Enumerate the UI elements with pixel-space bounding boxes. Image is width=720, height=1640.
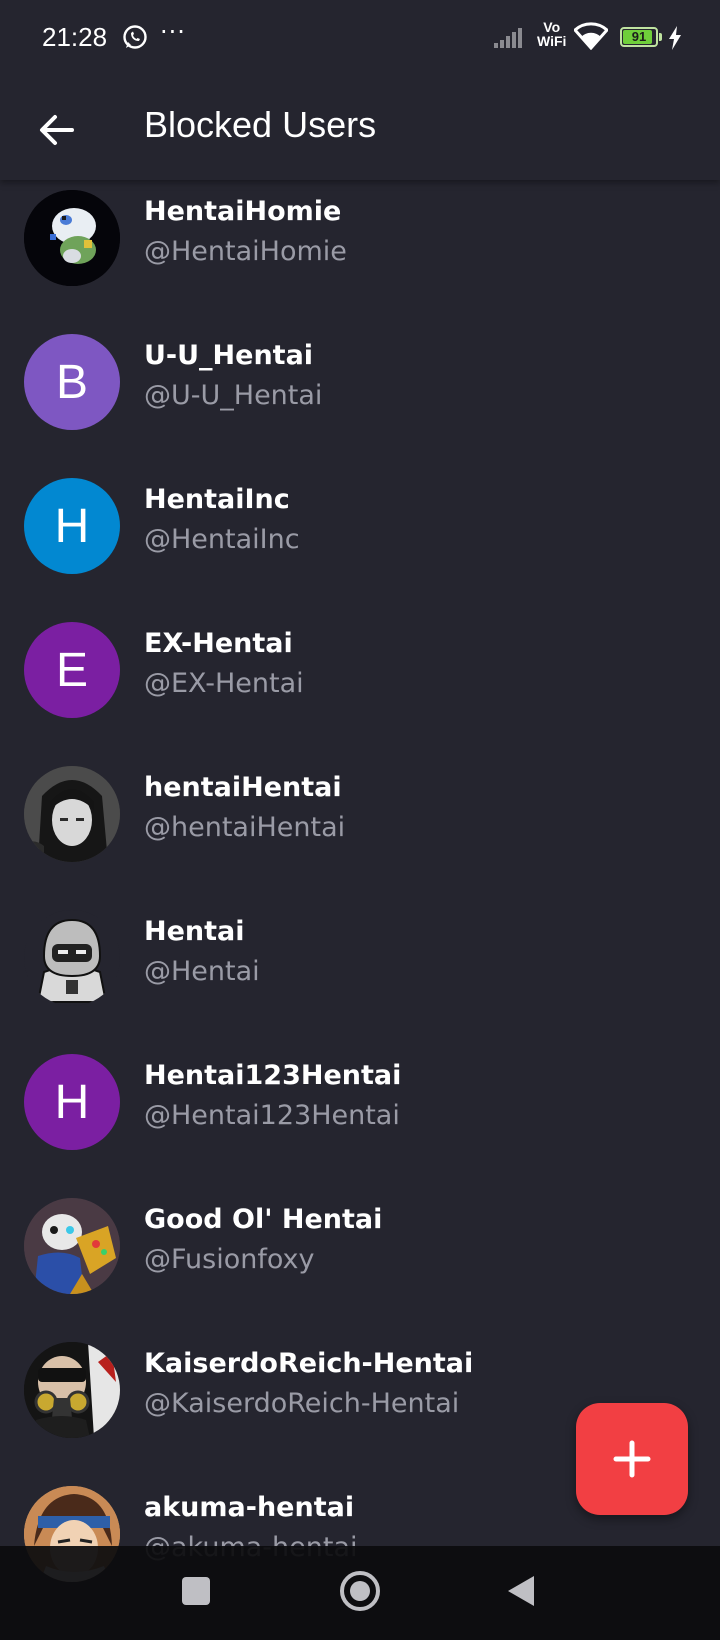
user-handle: @hentaiHentai — [144, 812, 346, 843]
status-bar: 21:28 ··· Vo WiFi 91 — [0, 0, 720, 80]
user-handle: @Fusionfoxy — [144, 1244, 315, 1275]
signal-icon — [494, 28, 522, 48]
user-name: akuma-hentai — [144, 1492, 355, 1523]
whatsapp-icon — [123, 25, 147, 49]
blocked-user-row[interactable]: Hentai @Hentai — [0, 900, 720, 1044]
blocked-user-row[interactable]: E EX-Hentai @EX-Hentai — [0, 612, 720, 756]
user-name: HentaiHomie — [144, 196, 342, 227]
avatar — [24, 1342, 120, 1438]
plus-icon — [613, 1440, 651, 1478]
battery-level: 91 — [631, 29, 647, 44]
avatar: E — [24, 622, 120, 718]
avatar — [24, 1198, 120, 1294]
avatar — [24, 766, 120, 862]
avatar-image — [36, 918, 108, 1003]
avatar — [24, 190, 120, 286]
status-time: 21:28 — [42, 22, 108, 52]
square-icon[interactable] — [181, 1576, 211, 1606]
avatar: H — [24, 1054, 120, 1150]
vowifi-top-label: Vo — [543, 19, 561, 35]
user-name: HentaiInc — [144, 484, 290, 515]
avatar — [24, 910, 120, 1006]
back-button[interactable] — [28, 102, 84, 158]
avatar-image — [24, 190, 120, 286]
user-name: Hentai — [144, 916, 245, 947]
more-notifications-icon: ··· — [160, 18, 186, 46]
wifi-icon — [574, 22, 608, 50]
blocked-user-row[interactable]: Good Ol' Hentai @Fusionfoxy — [0, 1188, 720, 1332]
add-blocked-user-button[interactable] — [576, 1403, 688, 1515]
user-handle: @EX-Hentai — [144, 668, 304, 699]
arrow-left-icon — [40, 115, 74, 145]
avatar-image — [24, 766, 120, 862]
user-handle: @Hentai123Hentai — [144, 1100, 400, 1131]
user-name: U-U_Hentai — [144, 340, 314, 371]
blocked-user-row[interactable]: B U-U_Hentai @U-U_Hentai — [0, 324, 720, 468]
user-handle: @KaiserdoReich-Hentai — [144, 1388, 460, 1419]
user-name: KaiserdoReich-Hentai — [144, 1348, 474, 1379]
user-name: Good Ol' Hentai — [144, 1204, 383, 1235]
charging-icon — [669, 26, 681, 50]
avatar-image — [24, 1198, 120, 1294]
circle-icon[interactable] — [339, 1570, 381, 1612]
user-handle: @U-U_Hentai — [144, 380, 323, 411]
avatar-image — [24, 1342, 120, 1438]
vowifi-icon: Vo WiFi — [537, 20, 566, 48]
user-handle: @HentaiInc — [144, 524, 300, 555]
battery-icon: 91 — [620, 27, 658, 47]
avatar: B — [24, 334, 120, 430]
blocked-user-row[interactable]: hentaiHentai @hentaiHentai — [0, 756, 720, 900]
user-handle: @HentaiHomie — [144, 236, 347, 267]
user-name: Hentai123Hentai — [144, 1060, 402, 1091]
blocked-user-row[interactable]: HentaiHomie @HentaiHomie — [0, 180, 720, 324]
system-navigation-bar — [0, 1546, 720, 1640]
app-bar: Blocked Users — [0, 80, 720, 180]
blocked-user-row[interactable]: H Hentai123Hentai @Hentai123Hentai — [0, 1044, 720, 1188]
user-name: EX-Hentai — [144, 628, 293, 659]
user-handle: @Hentai — [144, 956, 260, 987]
triangle-back-icon[interactable] — [506, 1574, 536, 1608]
battery-nub — [659, 33, 662, 41]
blocked-user-row[interactable]: H HentaiInc @HentaiInc — [0, 468, 720, 612]
user-name: hentaiHentai — [144, 772, 342, 803]
page-title: Blocked Users — [144, 104, 377, 145]
vowifi-bottom-label: WiFi — [537, 33, 567, 49]
avatar: H — [24, 478, 120, 574]
